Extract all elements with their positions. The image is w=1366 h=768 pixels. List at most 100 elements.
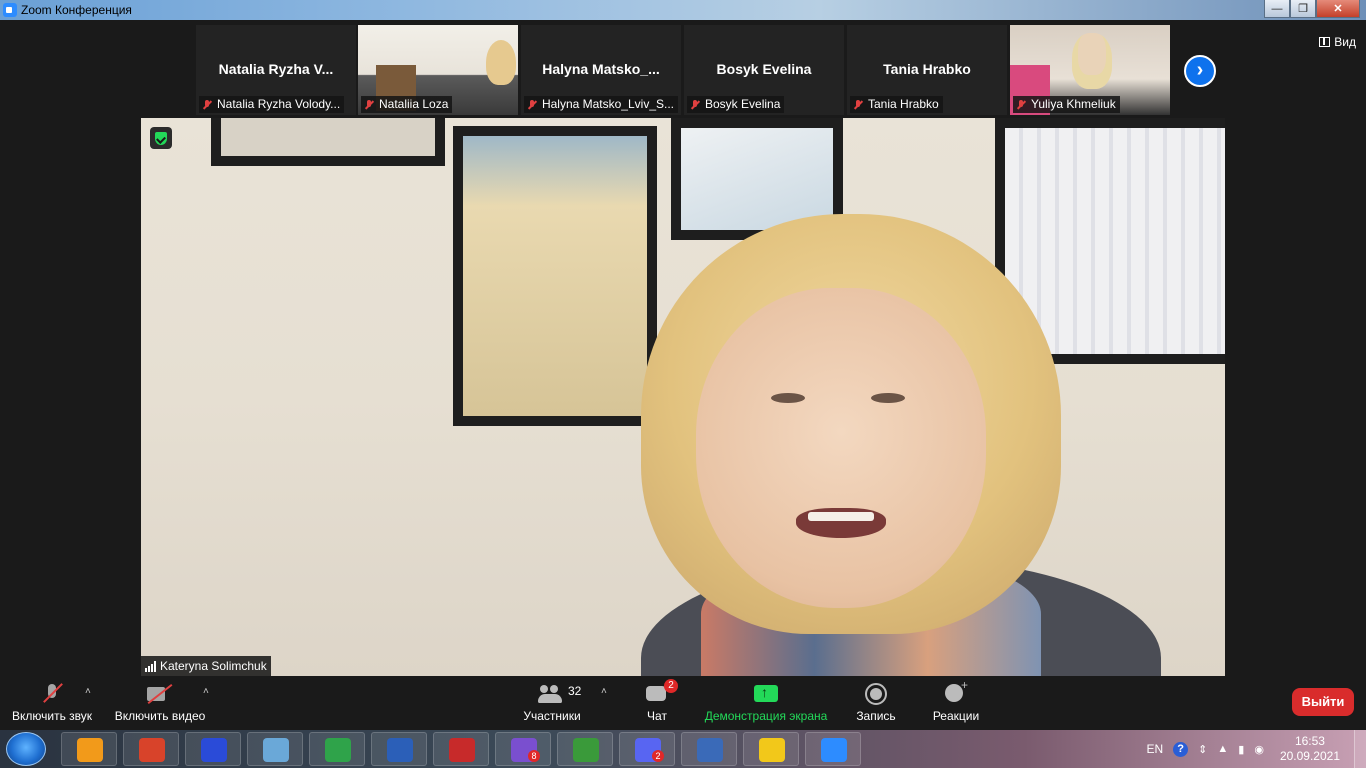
video-options-chevron-icon[interactable]: ˄ xyxy=(203,686,209,697)
participant-tile[interactable]: Bosyk Evelina Bosyk Evelina xyxy=(684,25,844,115)
taskbar-app-button[interactable] xyxy=(743,732,799,766)
speaker-name: Kateryna Solimchuk xyxy=(160,659,267,673)
clock-time: 16:53 xyxy=(1294,734,1325,748)
taskbar-app-button[interactable] xyxy=(433,732,489,766)
muted-mic-icon xyxy=(1015,99,1027,111)
start-button-icon[interactable] xyxy=(6,732,46,766)
participant-video xyxy=(486,40,516,85)
participant-tile[interactable]: Nataliia Loza xyxy=(358,25,518,115)
antivirus-tray-icon[interactable]: ◉ xyxy=(1254,743,1264,756)
view-layout-icon xyxy=(1319,37,1331,47)
player-icon xyxy=(759,738,785,762)
zoom-window: Zoom Конференция — ❐ ✕ Natalia Ryzha V..… xyxy=(0,0,1366,768)
chat-button[interactable]: 2 Чат xyxy=(640,679,678,723)
taskbar-app-button[interactable] xyxy=(185,732,241,766)
meeting-toolbar: Включить звук ˄ Включить видео ˄ Участни… xyxy=(0,676,1366,730)
share-screen-label: Демонстрация экрана xyxy=(704,709,828,723)
participant-caption: Natalia Ryzha Volody... xyxy=(199,96,345,113)
show-desktop-button[interactable] xyxy=(1354,730,1366,768)
participant-name-large: Natalia Ryzha V... xyxy=(218,61,334,77)
next-page-chevron-icon[interactable]: › xyxy=(1184,55,1216,87)
clock[interactable]: 16:53 20.09.2021 xyxy=(1280,734,1340,764)
speaker-eye xyxy=(871,393,905,403)
participant-tile[interactable]: Halyna Matsko_... Halyna Matsko_Lviv_S..… xyxy=(521,25,681,115)
participant-caption-text: Bosyk Evelina xyxy=(705,97,781,111)
taskbar-app-button[interactable] xyxy=(681,732,737,766)
participant-caption: Halyna Matsko_Lviv_S... xyxy=(524,96,678,113)
network-arrows-icon[interactable]: ⇕ xyxy=(1198,743,1207,756)
share-screen-button[interactable]: Демонстрация экрана xyxy=(704,682,828,723)
participant-caption-text: Halyna Matsko_Lviv_S... xyxy=(541,97,674,111)
share-screen-icon xyxy=(754,682,778,706)
taskbar-app-button[interactable] xyxy=(247,732,303,766)
windows-taskbar: 8 2 EN ? ⇕ ▲ ▮ ◉ 16:53 20.09.2021 xyxy=(0,730,1366,768)
participant-name-large: Halyna Matsko_... xyxy=(542,61,660,77)
help-icon[interactable]: ? xyxy=(1173,741,1189,757)
participant-tile[interactable]: Natalia Ryzha V... Natalia Ryzha Volody.… xyxy=(196,25,356,115)
clock-date: 20.09.2021 xyxy=(1279,749,1340,763)
speaker-mouth xyxy=(796,508,886,538)
chat-label: Чат xyxy=(647,709,667,723)
participant-caption: Bosyk Evelina xyxy=(687,96,785,113)
speaker-name-label: Kateryna Solimchuk xyxy=(141,656,271,676)
participant-caption: Nataliia Loza xyxy=(361,96,453,113)
signal-strength-icon[interactable]: ▮ xyxy=(1238,743,1244,756)
minimize-button[interactable]: — xyxy=(1264,0,1290,18)
participant-tile[interactable]: Yuliya Khmeliuk xyxy=(1010,25,1170,115)
participant-video xyxy=(1072,33,1112,89)
record-button[interactable]: Запись xyxy=(854,682,898,723)
chrome-icon xyxy=(573,738,599,762)
leave-meeting-button[interactable]: Выйти xyxy=(1292,688,1354,716)
restore-button[interactable]: ❐ xyxy=(1290,0,1316,18)
participant-name-large: Tania Hrabko xyxy=(883,61,971,77)
participant-tile[interactable]: Tania Hrabko Tania Hrabko xyxy=(847,25,1007,115)
k-app-icon xyxy=(325,738,351,762)
view-button[interactable]: Вид xyxy=(1319,35,1356,49)
taskbar-app-button[interactable] xyxy=(61,732,117,766)
close-button[interactable]: ✕ xyxy=(1316,0,1360,18)
signal-bars-icon xyxy=(145,660,156,672)
taskbar-app-button[interactable] xyxy=(123,732,179,766)
window-title: Zoom Конференция xyxy=(21,3,132,17)
presentation-icon xyxy=(139,738,165,762)
taskbar-badge: 2 xyxy=(652,750,664,762)
taskbar-app-button[interactable]: 8 xyxy=(495,732,551,766)
active-speaker-video[interactable]: Kateryna Solimchuk xyxy=(141,118,1225,676)
view-label: Вид xyxy=(1334,35,1356,49)
participants-icon xyxy=(538,682,562,706)
wall-frame xyxy=(453,126,657,426)
participant-caption-text: Natalia Ryzha Volody... xyxy=(217,97,341,111)
system-tray: EN ? ⇕ ▲ ▮ ◉ 16:53 20.09.2021 xyxy=(1146,730,1366,768)
unmute-button[interactable]: Включить звук xyxy=(10,682,94,723)
start-video-button[interactable]: Включить видео xyxy=(114,682,206,723)
tray-expand-chevron-icon[interactable]: ▲ xyxy=(1217,743,1228,755)
participant-caption-text: Tania Hrabko xyxy=(868,97,939,111)
participants-options-chevron-icon[interactable]: ˄ xyxy=(601,686,607,697)
audio-icon xyxy=(263,738,289,762)
encryption-shield-icon[interactable] xyxy=(150,127,172,149)
word-icon xyxy=(387,738,413,762)
language-indicator[interactable]: EN xyxy=(1146,742,1163,756)
window-controls: — ❐ ✕ xyxy=(1264,0,1360,18)
chat-unread-badge: 2 xyxy=(664,679,678,693)
reactions-button[interactable]: Реакции xyxy=(932,678,980,723)
taskbar-app-button[interactable]: 2 xyxy=(619,732,675,766)
start-video-label: Включить видео xyxy=(114,709,206,723)
record-label: Запись xyxy=(856,709,896,723)
zoom-icon xyxy=(821,738,847,762)
wall-frame xyxy=(211,118,445,166)
speaker-eye xyxy=(771,393,805,403)
taskbar-app-button[interactable] xyxy=(557,732,613,766)
taskbar-app-button[interactable] xyxy=(309,732,365,766)
audio-options-chevron-icon[interactable]: ˄ xyxy=(85,686,91,697)
video-off-icon xyxy=(147,682,173,706)
taskbar-app-button[interactable] xyxy=(371,732,427,766)
board-app-icon xyxy=(697,738,723,762)
gallery-strip: Natalia Ryzha V... Natalia Ryzha Volody.… xyxy=(0,20,1366,118)
participants-label: Участники xyxy=(523,709,581,723)
ldoce-dictionary-icon xyxy=(201,738,227,762)
muted-mic-icon xyxy=(526,99,538,111)
taskbar-app-button[interactable] xyxy=(805,732,861,766)
participant-caption-text: Yuliya Khmeliuk xyxy=(1031,97,1116,111)
reactions-smiley-icon xyxy=(945,678,968,706)
